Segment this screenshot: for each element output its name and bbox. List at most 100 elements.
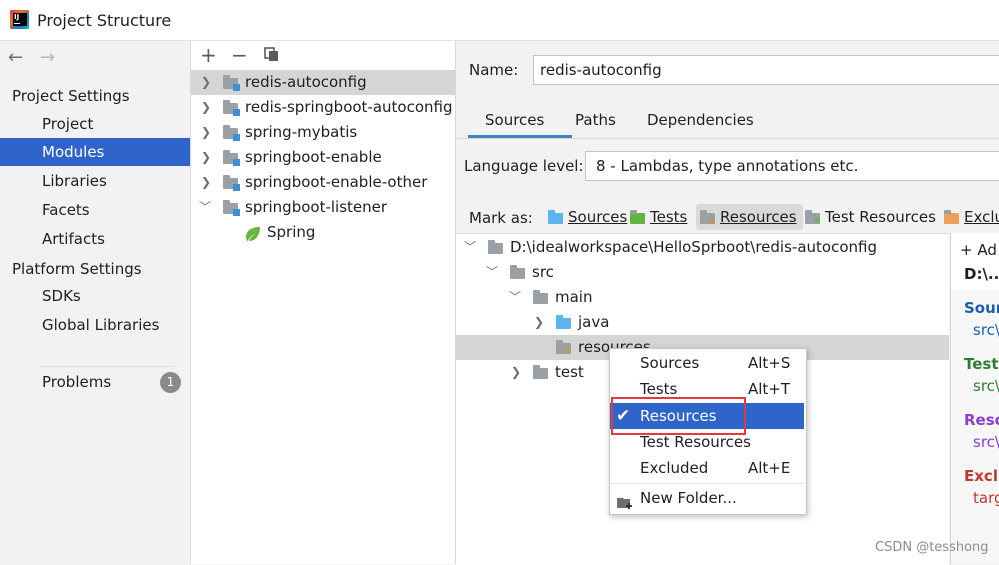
- facet-row[interactable]: Spring: [191, 220, 455, 245]
- tabs-divider: [456, 138, 999, 139]
- root-path: D:\...: [964, 265, 999, 283]
- module-folder-icon: [223, 200, 240, 216]
- sidebar-item-label: Global Libraries: [42, 316, 160, 334]
- menu-item-excluded[interactable]: Excluded Alt+E: [610, 455, 804, 481]
- chevron-right-icon[interactable]: ❯: [201, 170, 211, 195]
- new-folder-icon: [617, 492, 633, 509]
- folder-icon: [533, 290, 548, 304]
- annotation-highlight-box: [611, 397, 746, 435]
- tree-row[interactable]: ﹀ D:\idealworkspace\HelloSprboot\redis-a…: [456, 235, 949, 260]
- tree-row[interactable]: ﹀ main: [456, 285, 949, 310]
- module-label: redis-autoconfig: [245, 73, 367, 91]
- mark-as-resources-button[interactable]: Resources: [696, 204, 803, 230]
- chevron-down-icon[interactable]: ﹀: [199, 195, 211, 220]
- menu-item-shortcut: Alt+E: [748, 459, 791, 477]
- sources-root-title: Sour: [964, 299, 999, 317]
- resources-root-path: src\: [973, 433, 999, 451]
- sidebar-item-label: SDKs: [42, 287, 81, 305]
- roots-header: + Ad D:\...: [951, 233, 999, 290]
- sidebar-item-label: Modules: [42, 143, 105, 161]
- button-label: Resources: [720, 208, 797, 226]
- problems-count-badge: 1: [160, 372, 181, 393]
- tree-row[interactable]: ﹀ src: [456, 260, 949, 285]
- modules-panel: + − ❯ redis-autoconfig ❯ redis-springboo…: [191, 41, 456, 564]
- module-folder-icon: [223, 150, 240, 166]
- add-icon[interactable]: +: [200, 43, 217, 67]
- module-label: redis-springboot-autoconfig: [245, 98, 453, 116]
- mark-as-excluded-button[interactable]: Exclu: [940, 204, 999, 230]
- chevron-right-icon[interactable]: ❯: [511, 360, 521, 385]
- menu-item-shortcut: Alt+S: [748, 354, 791, 372]
- intellij-app-icon: IJ: [10, 10, 29, 29]
- button-label: Tests: [650, 208, 688, 226]
- sidebar-item-global-libraries[interactable]: Global Libraries: [0, 311, 190, 339]
- chevron-right-icon[interactable]: ❯: [201, 95, 211, 120]
- add-content-root-button[interactable]: + Ad: [960, 241, 997, 259]
- chevron-down-icon[interactable]: ﹀: [464, 235, 476, 260]
- excluded-root-path: targ: [973, 489, 999, 507]
- tree-row[interactable]: ❯ java: [456, 310, 949, 335]
- content-roots-panel: + Ad D:\... Sour src\ Test src\ Reso src…: [950, 233, 999, 564]
- sidebar-item-facets[interactable]: Facets: [0, 196, 190, 224]
- sidebar-item-modules[interactable]: Modules: [0, 138, 190, 166]
- module-name-input[interactable]: redis-autoconfig: [533, 55, 999, 85]
- sidebar-item-label: Project: [42, 115, 94, 133]
- module-row[interactable]: ﹀ springboot-listener: [191, 195, 455, 220]
- module-row[interactable]: ❯ springboot-enable-other: [191, 170, 455, 195]
- chevron-right-icon[interactable]: ❯: [201, 70, 211, 95]
- menu-item-label: New Folder...: [640, 489, 737, 507]
- module-row[interactable]: ❯ springboot-enable: [191, 145, 455, 170]
- sidebar-item-artifacts[interactable]: Artifacts: [0, 225, 190, 253]
- module-label: springboot-listener: [245, 198, 388, 216]
- mark-as-tests-button[interactable]: Tests: [626, 204, 693, 230]
- name-label: Name:: [469, 61, 519, 79]
- test-resource-folder-icon: [805, 210, 820, 224]
- module-row[interactable]: ❯ redis-autoconfig: [191, 70, 455, 95]
- source-folder-icon: [548, 210, 563, 224]
- window-title: Project Structure: [37, 11, 172, 30]
- menu-item-sources[interactable]: Sources Alt+S: [610, 350, 804, 376]
- menu-item-label: Sources: [640, 354, 700, 372]
- chevron-down-icon[interactable]: ﹀: [509, 285, 521, 310]
- language-level-select[interactable]: 8 - Lambdas, type annotations etc.: [585, 151, 999, 181]
- module-row[interactable]: ❯ redis-springboot-autoconfig: [191, 95, 455, 120]
- tab-dependencies[interactable]: Dependencies: [647, 111, 754, 129]
- spring-leaf-icon: [245, 225, 261, 241]
- sidebar-item-libraries[interactable]: Libraries: [0, 167, 190, 195]
- mark-as-sources-button[interactable]: Sources: [544, 204, 633, 230]
- mark-as-test-resources-button[interactable]: Test Resources: [801, 204, 942, 230]
- forward-arrow-icon[interactable]: →: [40, 47, 55, 68]
- test-root-path: src\: [973, 377, 999, 395]
- folder-icon: [533, 365, 548, 379]
- sidebar-item-label: Libraries: [42, 172, 107, 190]
- test-folder-icon: [630, 210, 645, 224]
- button-label: Sources: [568, 208, 628, 226]
- tree-label: main: [555, 288, 593, 306]
- menu-item-new-folder[interactable]: New Folder...: [610, 485, 804, 511]
- tree-label: java: [578, 313, 610, 331]
- sidebar-item-project[interactable]: Project: [0, 110, 190, 138]
- module-row[interactable]: ❯ spring-mybatis: [191, 120, 455, 145]
- sidebar-item-label: Facets: [42, 201, 90, 219]
- excluded-root-title: Exclu: [964, 467, 999, 485]
- button-label: Exclu: [964, 208, 999, 226]
- chevron-right-icon[interactable]: ❯: [201, 145, 211, 170]
- menu-separator: [610, 483, 804, 484]
- module-folder-icon: [223, 125, 240, 141]
- language-level-label: Language level:: [464, 157, 584, 175]
- chevron-right-icon[interactable]: ❯: [201, 120, 211, 145]
- menu-item-shortcut: Alt+T: [748, 380, 791, 398]
- chevron-right-icon[interactable]: ❯: [534, 310, 544, 335]
- remove-icon[interactable]: −: [231, 43, 248, 67]
- copy-icon[interactable]: [264, 47, 279, 62]
- resource-folder-icon: [700, 210, 715, 224]
- tab-sources[interactable]: Sources: [485, 111, 544, 129]
- watermark: CSDN @tesshong: [875, 540, 989, 555]
- sidebar-divider: [40, 366, 175, 367]
- sidebar-item-sdks[interactable]: SDKs: [0, 282, 190, 310]
- chevron-down-icon[interactable]: ﹀: [486, 260, 498, 285]
- tab-paths[interactable]: Paths: [575, 111, 616, 129]
- sidebar-item-label: Problems: [42, 373, 112, 391]
- sources-root-path: src\: [973, 321, 999, 339]
- back-arrow-icon[interactable]: ←: [8, 47, 23, 68]
